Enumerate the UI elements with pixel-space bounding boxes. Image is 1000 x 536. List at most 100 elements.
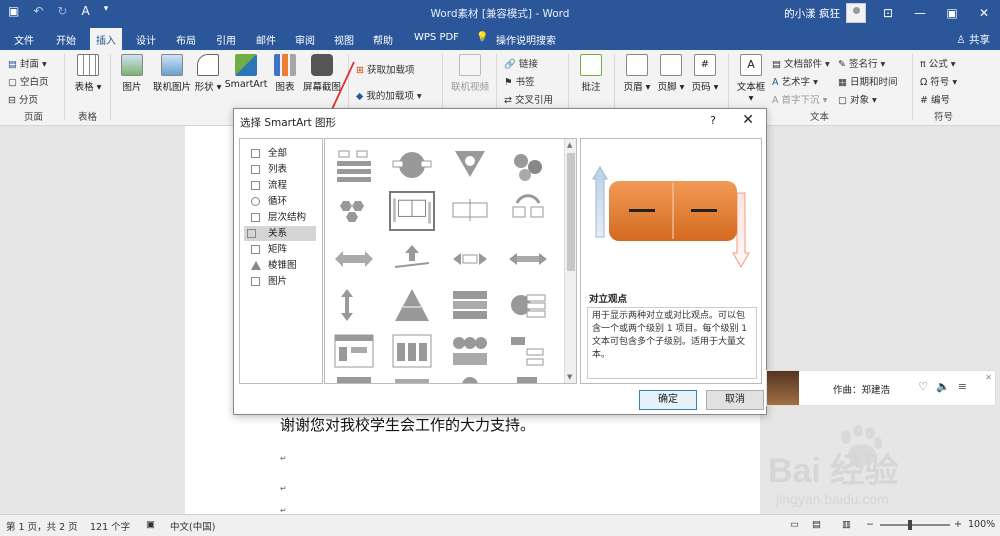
wordart-button[interactable]: A 艺术字 ▾ [772, 74, 818, 88]
layout-thumbnail[interactable] [449, 147, 491, 183]
zoom-in-icon[interactable]: + [954, 519, 962, 530]
share-button[interactable]: ♙ 共享 [956, 32, 990, 47]
date-time-button[interactable]: ▦ 日期和时间 [838, 74, 898, 88]
my-addins-button[interactable]: ◆ 我的加载项 ▾ [356, 88, 422, 102]
tab-file[interactable]: 文件 [14, 32, 34, 47]
album-cover[interactable] [767, 371, 799, 405]
tab-mailings[interactable]: 邮件 [256, 32, 276, 47]
cover-page-button[interactable]: ▤ 封面 ▾ [8, 56, 47, 70]
tab-layout[interactable]: 布局 [176, 32, 196, 47]
textbox-button[interactable]: A 文本框 ▾ [734, 54, 768, 104]
popup-close-icon[interactable]: ✕ [985, 373, 992, 382]
selected-layout-thumbnail[interactable] [389, 191, 435, 231]
zoom-out-icon[interactable]: − [866, 519, 874, 530]
tab-review[interactable]: 审阅 [295, 32, 315, 47]
link-button[interactable]: 🔗 链接 [504, 56, 538, 70]
layout-thumbnail[interactable] [391, 241, 433, 277]
tab-home[interactable]: 开始 [56, 32, 76, 47]
close-icon[interactable]: ✕ [968, 0, 1000, 26]
category-picture[interactable]: 图片 [248, 274, 316, 289]
page-break-button[interactable]: ⊟ 分页 [8, 92, 38, 106]
picture-button[interactable]: 图片 [118, 54, 146, 93]
user-name[interactable]: 的小漾 疯狂 [784, 6, 840, 21]
help-button[interactable]: ? [710, 114, 716, 127]
shapes-button[interactable]: 形状 ▾ [194, 54, 222, 93]
print-layout-icon[interactable]: ▤ [812, 519, 821, 530]
proofing-icon[interactable]: ▣ [146, 519, 155, 530]
bookmark-button[interactable]: ⚑ 书签 [504, 74, 535, 88]
ribbon-display-icon[interactable]: ⊡ [872, 0, 904, 26]
language[interactable]: 中文(中国) [170, 519, 215, 533]
comment-button[interactable]: 批注 [576, 54, 606, 93]
category-process[interactable]: 流程 [248, 178, 316, 193]
header-button[interactable]: 页眉 ▾ [622, 54, 652, 93]
layout-thumbnail[interactable] [391, 333, 433, 369]
zoom-slider[interactable] [880, 524, 950, 526]
layout-thumbnail[interactable] [391, 287, 433, 323]
layout-thumbnail[interactable] [333, 333, 375, 369]
avatar[interactable] [846, 3, 866, 23]
document-line[interactable]: 谢谢您对我校学生会工作的大力支持。 [280, 414, 535, 435]
zoom-level[interactable]: 100% [968, 519, 995, 530]
layout-thumbnail[interactable] [507, 193, 549, 229]
layout-thumbnail[interactable] [507, 287, 549, 323]
layout-thumbnail[interactable] [507, 333, 549, 369]
restore-icon[interactable]: ▣ [936, 0, 968, 26]
page-number-button[interactable]: # 页码 ▾ [690, 54, 720, 93]
footer-button[interactable]: 页脚 ▾ [656, 54, 686, 93]
smartart-button[interactable]: SmartArt [224, 54, 268, 90]
number-button[interactable]: # 编号 [920, 92, 950, 106]
word-count[interactable]: 121 个字 [90, 519, 130, 533]
drop-cap-button[interactable]: A 首字下沉 ▾ [772, 92, 827, 106]
layout-thumbnail[interactable] [333, 287, 375, 323]
category-list-item[interactable]: 列表 [248, 162, 316, 177]
category-cycle[interactable]: 循环 [248, 194, 316, 209]
get-addins-button[interactable]: ⊞ 获取加载项 [356, 62, 415, 76]
layout-thumbnail[interactable] [333, 241, 375, 277]
category-relationship[interactable]: 关系 [244, 226, 316, 241]
tab-wps-pdf[interactable]: WPS PDF [414, 32, 459, 43]
category-pyramid[interactable]: 棱锥图 [248, 258, 316, 273]
page-count[interactable]: 第 1 页，共 2 页 [6, 519, 78, 533]
tab-view[interactable]: 视图 [334, 32, 354, 47]
blank-page-button[interactable]: ▢ 空白页 [8, 74, 49, 88]
layout-thumbnail[interactable] [449, 287, 491, 323]
layout-thumbnail[interactable] [449, 193, 491, 229]
layout-thumbnail[interactable] [449, 333, 491, 369]
equation-button[interactable]: π 公式 ▾ [920, 56, 956, 70]
tab-help[interactable]: 帮助 [373, 32, 393, 47]
read-mode-icon[interactable]: ▭ [790, 519, 799, 530]
cross-reference-button[interactable]: ⇄ 交叉引用 [504, 92, 553, 106]
category-matrix[interactable]: 矩阵 [248, 242, 316, 257]
layout-thumbnail[interactable] [333, 193, 375, 229]
object-button[interactable]: ▢ 对象 ▾ [838, 92, 877, 106]
tab-design[interactable]: 设计 [136, 32, 156, 47]
layout-thumbnail[interactable] [333, 375, 375, 384]
layout-thumbnail[interactable] [391, 375, 433, 384]
layout-thumbnail[interactable] [449, 375, 491, 384]
scrollbar-thumb[interactable] [567, 153, 575, 271]
minimize-icon[interactable]: — [904, 0, 936, 26]
heart-icon[interactable]: ♡ [918, 380, 936, 393]
category-hierarchy[interactable]: 层次结构 [248, 210, 316, 225]
online-picture-button[interactable]: 联机图片 [150, 54, 194, 93]
layout-thumbnail[interactable] [507, 241, 549, 277]
tab-insert[interactable]: 插入 [90, 28, 122, 50]
quick-parts-button[interactable]: ▤ 文档部件 ▾ [772, 56, 830, 70]
tab-references[interactable]: 引用 [216, 32, 236, 47]
scroll-down-icon[interactable]: ▼ [567, 373, 572, 381]
table-button[interactable]: 表格 ▾ [72, 54, 104, 93]
scroll-up-icon[interactable]: ▲ [567, 141, 572, 149]
symbol-button[interactable]: Ω 符号 ▾ [920, 74, 957, 88]
web-layout-icon[interactable]: ▥ [842, 519, 851, 530]
layout-thumbnail[interactable] [507, 147, 549, 183]
gallery-scrollbar[interactable]: ▲ ▼ [564, 139, 576, 383]
chart-button[interactable]: 图表 [272, 54, 298, 93]
layout-thumbnail[interactable] [449, 241, 491, 277]
list-icon[interactable]: ≡ [958, 380, 975, 393]
dialog-close-icon[interactable]: ✕ [742, 112, 754, 128]
signature-line-button[interactable]: ✎ 签名行 ▾ [838, 56, 885, 70]
online-video-button[interactable]: 联机视频 [448, 54, 492, 93]
layout-thumbnail[interactable] [507, 375, 549, 384]
screenshot-button[interactable]: 屏幕截图 [300, 54, 344, 93]
